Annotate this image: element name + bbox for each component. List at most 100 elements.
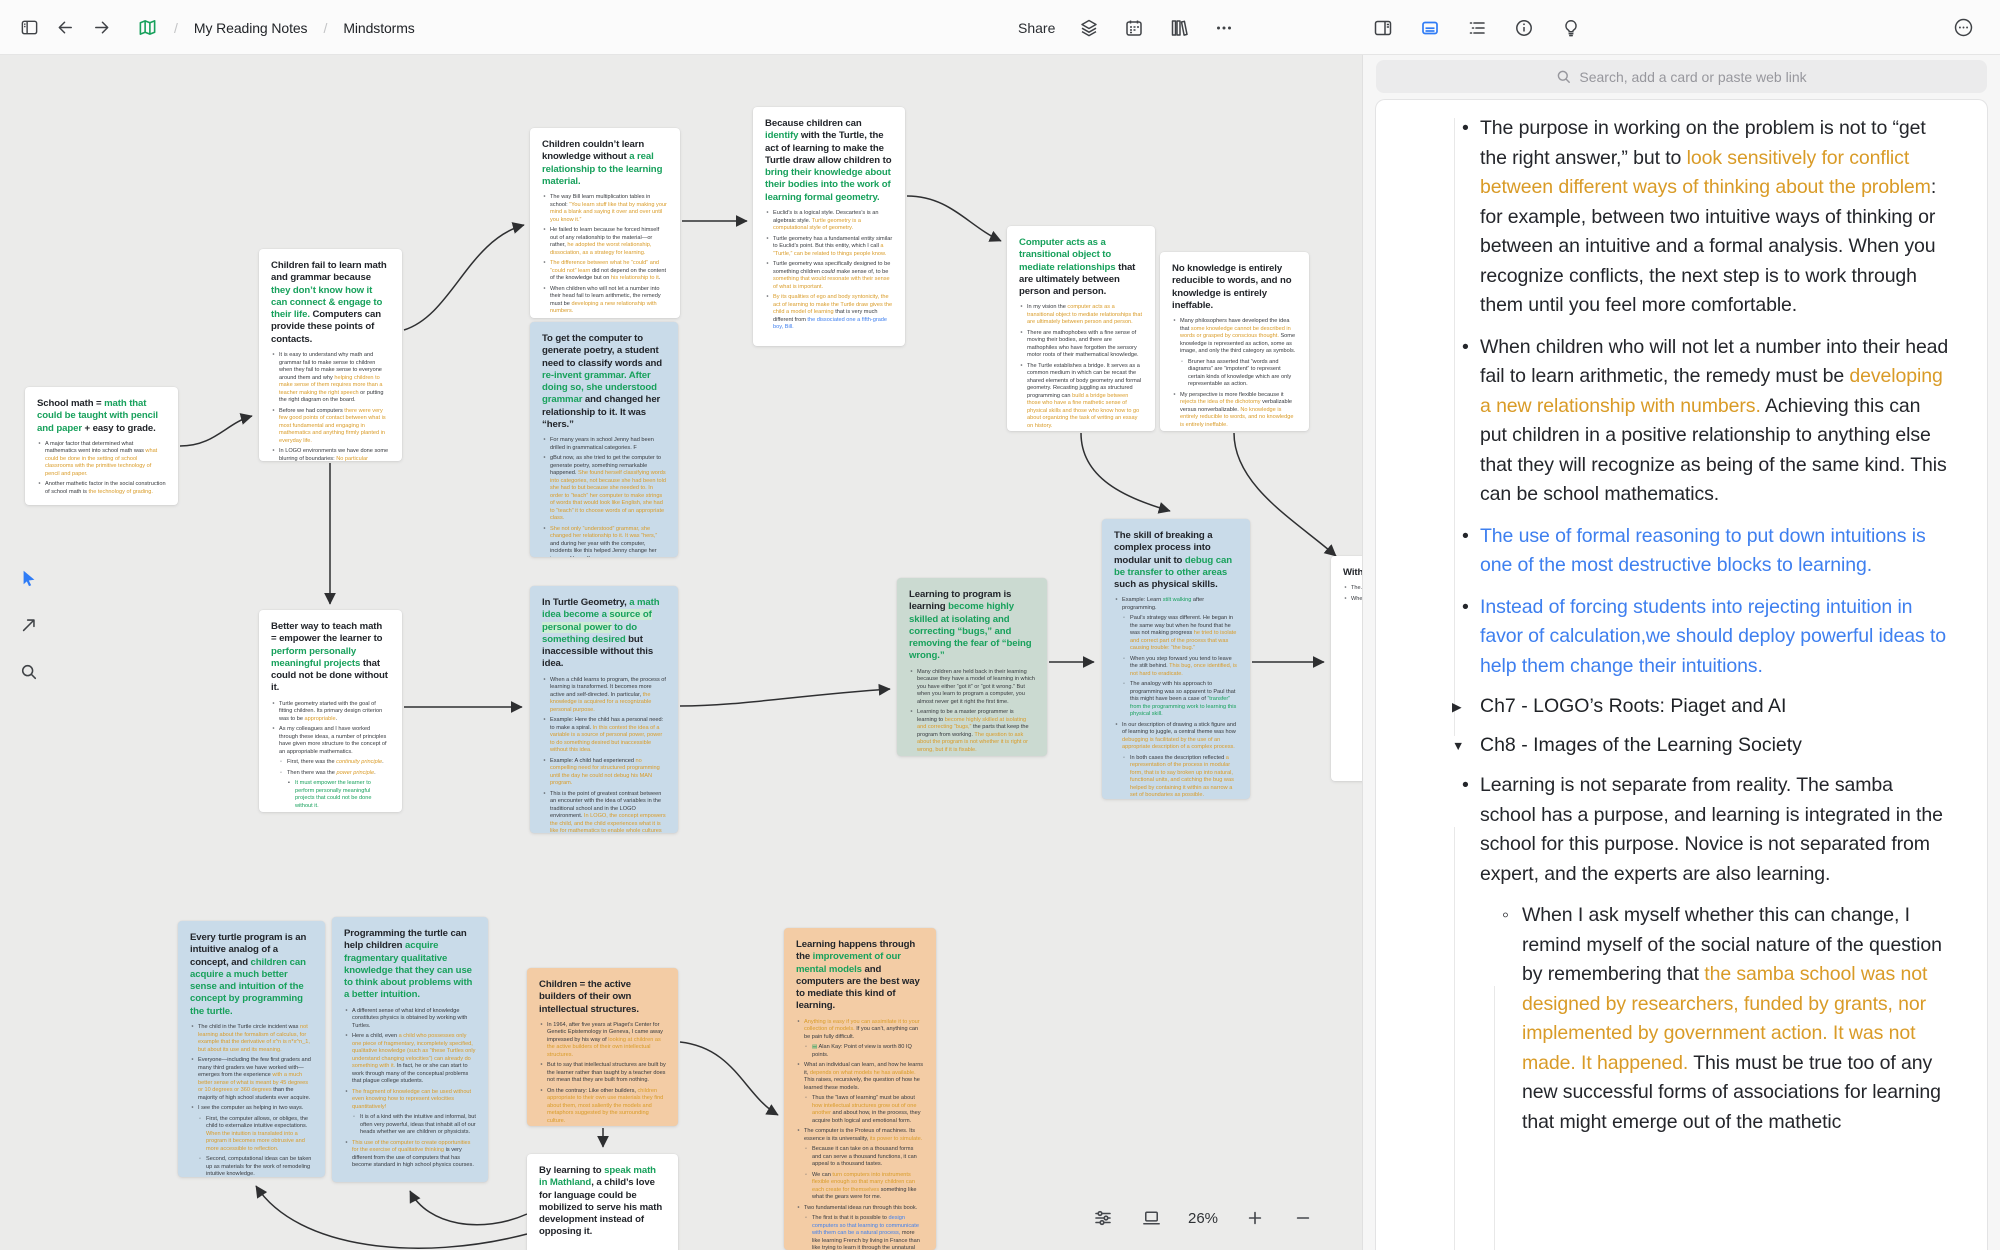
outline-bullet[interactable]: •When children who will not let a number… [1376, 333, 1951, 510]
text-segment: appropriable [305, 716, 336, 722]
bullet-marker: ◦ [199, 1116, 201, 1124]
bullet-text: A major factor that determined what math… [45, 441, 157, 477]
bullet-marker: ‣ [345, 1140, 348, 1148]
outline-bullet[interactable]: •The purpose in working on the problem i… [1376, 114, 1951, 321]
bullet-text: First, there was the continuity principl… [287, 759, 384, 765]
whiteboard-canvas[interactable]: School math = math that could be taught … [0, 55, 1362, 1250]
search-icon [1556, 69, 1572, 85]
outline-list-icon[interactable] [1466, 17, 1488, 39]
reading-notes-outline[interactable]: •The purpose in working on the problem i… [1375, 99, 1988, 1250]
display-settings-icon[interactable] [1092, 1207, 1114, 1229]
breadcrumb-root[interactable]: My Reading Notes [194, 20, 308, 36]
canvas-card-because-children[interactable]: Because children can identify with the T… [753, 107, 905, 346]
calendar-icon[interactable] [1123, 17, 1145, 39]
card-bullet: ◦First, the computer allows, or obliges,… [190, 1116, 313, 1154]
lightbulb-icon[interactable] [1560, 17, 1582, 39]
canvas-card-by-learning-mathland[interactable]: By learning to speak math in Mathland, a… [527, 1154, 678, 1250]
select-cursor-tool-icon[interactable] [18, 567, 40, 589]
canvas-card-every-turtle[interactable]: Every turtle program is an intuitive ana… [178, 921, 325, 1177]
bullet-marker: ‣ [1115, 722, 1118, 730]
canvas-card-learning-happens-models[interactable]: Learning happens through the improvement… [784, 928, 936, 1250]
breadcrumb-separator: / [174, 20, 178, 36]
card-bullet: ‣Many children are held back in their le… [909, 669, 1035, 707]
text-segment: Instead of forcing students into rejecti… [1480, 596, 1946, 677]
canvas-card-children-active-builders[interactable]: Children = the active builders of their … [527, 968, 678, 1126]
text-segment: My perspective is more flexible because … [1180, 392, 1284, 398]
outline-bullet[interactable]: ◦When I ask myself whether this can chan… [1376, 901, 1951, 1137]
share-button[interactable]: Share [1018, 20, 1055, 36]
text-segment: As my colleagues and I have worked throu… [279, 726, 387, 755]
text-segment: The… [1351, 585, 1362, 591]
bullet-text: Another mathetic factor in the social co… [45, 481, 166, 495]
zoom-in-icon[interactable] [1244, 1207, 1266, 1229]
bullet-marker: ‣ [1344, 596, 1347, 604]
connector-arrow-tool-icon[interactable] [18, 614, 40, 636]
split-view-icon[interactable] [1372, 17, 1394, 39]
bullet-text: She not only “understood” grammar, she c… [550, 526, 657, 557]
bullet-text: Bruner has asserted that “words and diag… [1188, 359, 1291, 388]
canvas-card-better-way[interactable]: Better way to teach math = empower the l… [259, 610, 402, 812]
canvas-card-school-math[interactable]: School math = math that could be taught … [25, 387, 178, 505]
back-icon[interactable] [54, 17, 76, 39]
canvas-card-no-knowledge[interactable]: No knowledge is entirely reducible to wo… [1160, 252, 1309, 431]
zoom-level[interactable]: 26% [1188, 1210, 1218, 1227]
outline-section-collapsed[interactable]: ▶Ch7 - LOGO’s Roots: Piaget and AI [1376, 693, 1951, 720]
card-bullet: ◦We can turn computers into instruments … [796, 1172, 924, 1202]
bullet-text: Euclid’s is a logical style. Descartes’s… [773, 210, 879, 231]
text-segment: For many years in school Jenny had been … [550, 437, 654, 451]
present-laptop-icon[interactable] [1140, 1207, 1162, 1229]
card-bullet: ‣Learning to be a master programmer is l… [909, 709, 1035, 754]
text-segment: When the intuition is translated into a … [206, 1131, 305, 1152]
text-segment: Better way to teach math = empower the l… [271, 621, 382, 644]
canvas-tool-rail [18, 567, 40, 683]
canvas-card-clipped-card-right-edge[interactable]: With expe…‣The…‣Whe… [1331, 556, 1362, 781]
section-label: Ch8 - Images of the Learning Society [1480, 734, 1802, 756]
text-segment: There are mathophobes with a fine sense … [1027, 330, 1139, 359]
card-view-icon-active[interactable] [1419, 17, 1441, 39]
layers-icon[interactable] [1078, 17, 1100, 39]
card-title: Programming the turtle can help children… [344, 928, 476, 1002]
outline-bullet[interactable]: •Learning is not separate from reality. … [1376, 771, 1951, 889]
bullet-marker: ◦ [805, 1044, 807, 1052]
canvas-card-computer-acts[interactable]: Computer acts as a transitional object t… [1007, 226, 1155, 431]
bullet-marker: ◦ [1181, 359, 1183, 367]
library-icon[interactable] [1168, 17, 1190, 39]
bullet-marker: ◦ [280, 770, 282, 778]
canvas-card-learning-to-program[interactable]: Learning to program is learning become h… [897, 578, 1047, 756]
search-input[interactable]: Search, add a card or paste web link [1376, 60, 1987, 93]
canvas-card-children-couldnt[interactable]: Children couldn’t learn knowledge withou… [530, 128, 680, 318]
text-segment: its power to simulate. [870, 1136, 923, 1142]
breadcrumb-current[interactable]: Mindstorms [343, 20, 414, 36]
card-bullet: ◦Thus the “laws of learning” must be abo… [796, 1095, 924, 1125]
search-canvas-tool-icon[interactable] [18, 661, 40, 683]
text-segment: A major factor that determined what math… [45, 441, 145, 455]
canvas-card-programming-the-turtle[interactable]: Programming the turtle can help children… [332, 917, 488, 1182]
card-title: In Turtle Geometry, a math idea become a… [542, 597, 666, 671]
bullet-text: The first is that it is possible to desi… [812, 1215, 920, 1250]
card-bullet: ‣There are mathophobes with a fine sense… [1019, 330, 1143, 360]
card-title: By learning to speak math in Mathland, a… [539, 1165, 666, 1239]
canvas-card-to-get-computer[interactable]: To get the computer to generate poetry, … [530, 322, 678, 557]
text-segment: She not only “understood” grammar, she c… [550, 526, 657, 540]
disclosure-triangle-icon[interactable]: ▶ [1452, 694, 1462, 721]
card-bullet: ◦It is of a kind with the intuitive and … [344, 1114, 476, 1137]
card-title: School math = math that could be taught … [37, 398, 166, 435]
canvas-card-in-turtle-geometry[interactable]: In Turtle Geometry, a math idea become a… [530, 586, 678, 833]
sidebar-toggle-icon[interactable] [18, 17, 40, 39]
canvas-card-skill-of-breaking[interactable]: The skill of breaking a complex process … [1102, 519, 1250, 799]
forward-icon[interactable] [90, 17, 112, 39]
card-bullet: ‣Many philosophers have developed the id… [1172, 318, 1297, 356]
bullet-text: The way Bill learn multiplication tables… [550, 194, 667, 223]
zoom-out-icon[interactable] [1292, 1207, 1314, 1229]
text-segment: She found herself classifying words into… [550, 470, 666, 521]
outline-section-expanded[interactable]: ▼ Ch8 - Images of the Learning Society [1376, 732, 1951, 759]
canvas-card-children-fail[interactable]: Children fail to learn math and grammar … [259, 249, 402, 461]
info-icon[interactable] [1513, 17, 1535, 39]
disclosure-triangle-icon[interactable]: ▼ [1452, 733, 1464, 760]
card-bullet: ‣A major factor that determined what mat… [37, 441, 166, 479]
outline-bullet[interactable]: •Instead of forcing students into reject… [1376, 593, 1951, 682]
panel-more-icon[interactable] [1952, 17, 1974, 39]
more-options-icon[interactable] [1213, 17, 1235, 39]
bullet-text: This is the point of greatest contrast b… [550, 791, 666, 833]
outline-bullet[interactable]: •The use of formal reasoning to put down… [1376, 522, 1951, 581]
